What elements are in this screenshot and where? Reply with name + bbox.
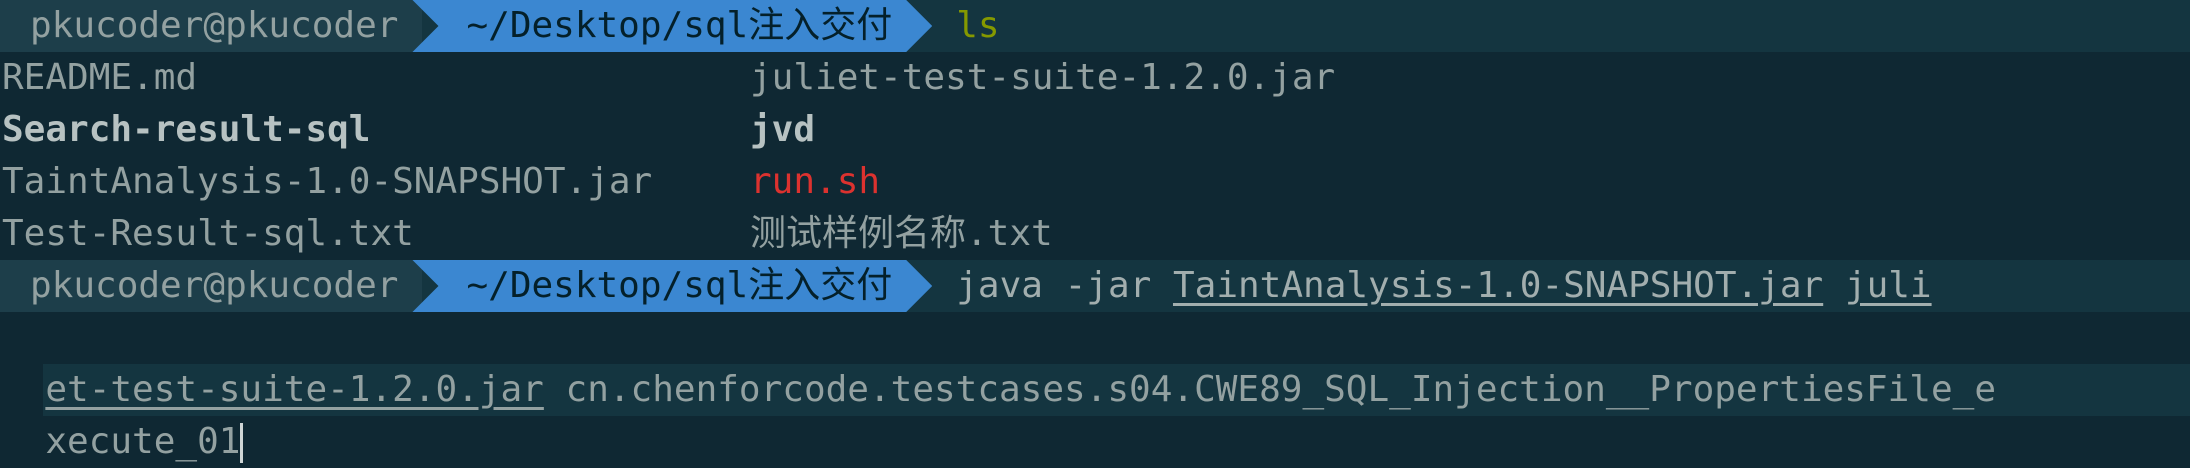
ls-row: Search-result-sql jvd — [0, 104, 2190, 156]
command-wrap-line-2: xecute_01 — [0, 364, 2190, 463]
juliet-jar-argument: juli — [1844, 265, 1932, 306]
command-java: java -jar — [956, 265, 1173, 306]
file-entry: juliet-test-suite-1.2.0.jar — [750, 57, 1336, 98]
file-entry: Test-Result-sql.txt — [2, 213, 414, 254]
prompt-line-2: pkucoder@pkucoder ~/Desktop/sql注入交付 java… — [0, 260, 2190, 312]
jar-argument: TaintAnalysis-1.0-SNAPSHOT.jar — [1172, 265, 1824, 306]
prompt-line-1: pkucoder@pkucoder ~/Desktop/sql注入交付 ls — [0, 0, 2190, 52]
testcase-argument-cont: xecute_01 — [45, 421, 241, 462]
file-entry: README.md — [2, 57, 198, 98]
user-host-segment: pkucoder@pkucoder — [0, 260, 423, 312]
text-cursor — [240, 423, 244, 463]
command-ls: ls — [956, 5, 1000, 46]
ls-row: README.md juliet-test-suite-1.2.0.jar — [0, 52, 2190, 104]
command-wrap-line: et-test-suite-1.2.0.jar cn.chenforcode.t… — [0, 312, 2190, 416]
file-entry: TaintAnalysis-1.0-SNAPSHOT.jar — [2, 161, 653, 202]
directory-entry: Search-result-sql — [2, 109, 371, 150]
command-input[interactable]: java -jar TaintAnalysis-1.0-SNAPSHOT.jar… — [932, 260, 1931, 312]
file-entry: 测试样例名称.txt — [750, 213, 1053, 254]
ls-row: TaintAnalysis-1.0-SNAPSHOT.jar run.sh — [0, 156, 2190, 208]
user-host-segment: pkucoder@pkucoder — [0, 0, 423, 52]
ls-row: Test-Result-sql.txt 测试样例名称.txt — [0, 208, 2190, 260]
executable-entry: run.sh — [750, 161, 881, 202]
path-segment: ~/Desktop/sql注入交付 — [412, 260, 932, 312]
directory-entry: jvd — [750, 109, 816, 150]
ls-output: README.md juliet-test-suite-1.2.0.jar Se… — [0, 52, 2190, 260]
path-segment: ~/Desktop/sql注入交付 — [412, 0, 932, 52]
